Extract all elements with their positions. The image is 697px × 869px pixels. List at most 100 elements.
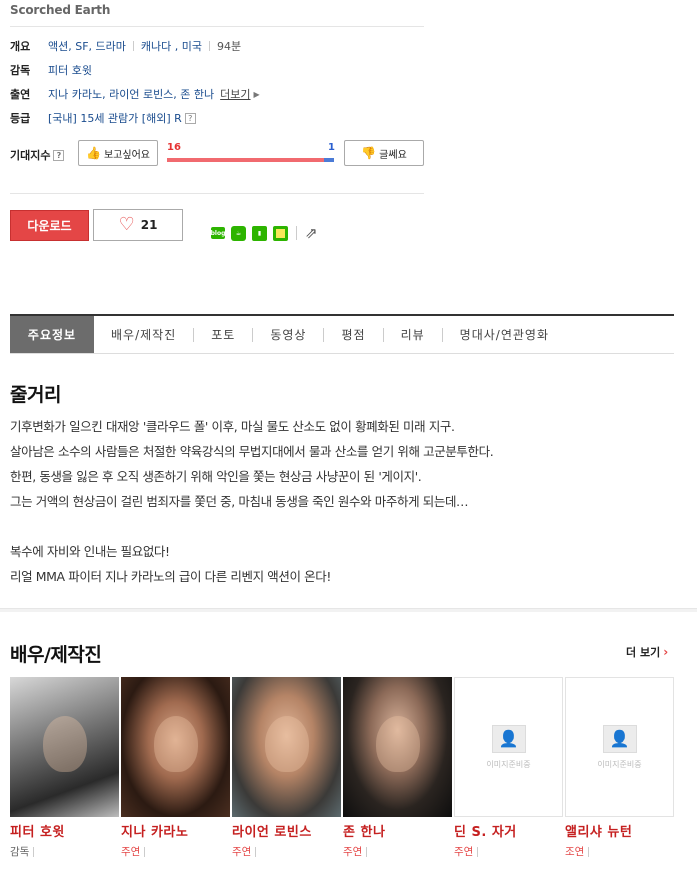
cast-card[interactable]: 👤 이미지준비중딘 S. 자거주연 [454,677,564,859]
blog-share-icon[interactable]: blog [211,227,225,239]
no-image-icon: 👤 [602,724,637,753]
overview-label: 개요 [10,40,31,53]
cast-list: 피터 호윗 감독 지나 카라노 주연 라이언 로빈스 주연 존 한나 주연 👤 이미지준비중 딘 S… [10,677,676,859]
genres-link[interactable]: 액션, SF, 드라마 [48,38,126,54]
synopsis-line: 한편, 동생을 잃은 후 오직 생존하기 위해 악인을 쫓는 현상금 사냥꾼이 … [10,469,422,484]
separator [132,41,134,51]
help-icon[interactable]: ? [184,112,196,124]
divider [10,26,424,27]
chevron-right-icon: › [663,645,669,659]
synopsis-text: 기후변화가 일으킨 대재앙 '클라우드 폴' 이후, 마실 물도 산소도 없이 … [10,414,670,589]
synopsis-line: 복수에 자비와 인내는 필요없다! [10,544,170,559]
tab-bar: 주요정보 배우/제작진 포토 동영상 평점 리뷰 명대사/연관영화 [10,314,674,354]
cast-card[interactable]: 👤 이미지준비중앨리샤 뉴턴조연 [565,677,675,859]
cast-role-text: 감독 [10,846,30,858]
portrait-face [264,716,309,773]
synopsis-line [10,514,670,539]
cast-role: 조연 [565,844,675,859]
cast-role: 주연 [232,844,342,859]
director-link[interactable]: 피터 호윗 [48,62,92,78]
cast-links[interactable]: 지나 카라노, 라이언 로빈스, 존 한나 [48,86,214,102]
tab-2[interactable]: 포토 [194,316,252,353]
share-icon[interactable]: ⇗ [305,224,318,242]
cast-card[interactable]: 존 한나 주연 [343,677,453,859]
tab-3[interactable]: 동영상 [253,316,323,353]
cast-name[interactable]: 지나 카라노 [121,821,231,840]
overview-row: 개요 액션, SF, 드라마 캐나다 , 미국 94분 [10,34,430,58]
cafe-share-icon[interactable]: ☕ [231,225,246,241]
separator [144,846,146,857]
cast-card[interactable]: 라이언 로빈스주연 [232,677,342,859]
cast-card[interactable]: 지나 카라노주연 [121,677,231,859]
dont-count: 1 [328,142,335,153]
movie-info: 개요 액션, SF, 드라마 캐나다 , 미국 94분 감독 피터 호윗 출연 … [10,34,430,130]
cast-photo[interactable]: 👤 이미지준비중 [454,677,563,817]
director-label: 감독 [10,64,31,77]
dont-ratio-fill [323,158,334,162]
separator [366,846,368,857]
cast-name[interactable]: 존 한나 [343,821,453,840]
cast-more-link[interactable]: 더보기 [220,86,250,102]
want-to-see-button[interactable]: 👍 보고싶어요 [78,140,158,166]
cast-role: 주연 [121,844,231,859]
heart-icon: ♡ [118,214,135,235]
no-image-text: 이미지준비중 [486,759,531,769]
separator [33,846,35,857]
bookmark-share-icon[interactable]: ▮ [252,225,267,241]
countries-link[interactable]: 캐나다 , 미국 [141,38,202,54]
cast-section-title: 배우/제작진 [10,644,102,666]
tab-5[interactable]: 리뷰 [384,316,442,353]
synopsis-line: 그는 거액의 현상금이 걸린 범죄자를 쫓던 중, 마침내 동생을 죽인 원수와… [10,494,469,509]
cast-label: 출연 [10,88,31,101]
section-divider [0,608,697,612]
divider [10,193,424,194]
cast-card[interactable]: 피터 호윗감독 [10,677,120,859]
separator [588,846,590,857]
separator [477,846,479,857]
cast-photo[interactable] [343,677,452,817]
memo-share-icon[interactable] [273,225,288,241]
cast-role-text: 주연 [121,846,141,858]
cast-role-text: 조연 [565,846,585,858]
like-button[interactable]: ♡ 21 [93,209,183,241]
tab-0[interactable]: 주요정보 [10,316,94,353]
separator [296,226,297,240]
no-image-text: 이미지준비중 [597,759,642,769]
cast-role: 감독 [10,844,120,859]
thumbs-down-icon: 👎 [361,146,377,160]
want-to-see-label: 보고싶어요 [103,149,150,161]
tab-1[interactable]: 배우/제작진 [94,316,193,353]
cast-name[interactable]: 딘 S. 자거 [454,821,564,840]
want-count: 16 [167,142,181,153]
share-bar: blog ☕ ▮ ⇗ [211,224,318,242]
not-sure-button[interactable]: 👎 글쎄요 [344,140,424,166]
download-button[interactable]: 다운로드 [10,210,89,241]
synopsis-line: 살아남은 소수의 사람들은 처절한 약육강식의 무법지대에서 물과 산소를 얻기… [10,444,494,459]
like-count: 21 [140,218,158,232]
original-title: Scorched Earth [10,3,111,17]
runtime: 94분 [217,40,242,53]
expectation-widget: 기대지수 ? 👍 보고싶어요 16 1 👎 글쎄요 [10,140,424,168]
more-label: 더 보기 [626,646,661,659]
cast-role-text: 주연 [454,846,474,858]
separator [209,41,210,51]
cast-name[interactable]: 피터 호윗 [10,821,120,840]
tab-4[interactable]: 평점 [324,316,382,353]
portrait-face [153,716,198,773]
director-row: 감독 피터 호윗 [10,58,430,82]
cast-role-text: 주연 [232,846,252,858]
rating-label: 등급 [10,112,31,125]
vote-ratio-bar [167,158,334,162]
cast-role: 주연 [454,844,564,859]
cast-photo[interactable] [121,677,230,817]
tab-6[interactable]: 명대사/연관영화 [443,316,566,353]
not-sure-label: 글쎄요 [379,149,407,161]
rating-value: [국내] 15세 관람가 [해외] R [48,112,182,125]
cast-photo[interactable] [10,677,119,817]
cast-name[interactable]: 라이언 로빈스 [232,821,342,840]
cast-more-button[interactable]: 더 보기 › [626,644,668,660]
cast-photo[interactable] [232,677,341,817]
cast-photo[interactable]: 👤 이미지준비중 [565,677,674,817]
cast-name[interactable]: 앨리샤 뉴턴 [565,821,675,840]
help-icon[interactable]: ? [53,149,65,161]
